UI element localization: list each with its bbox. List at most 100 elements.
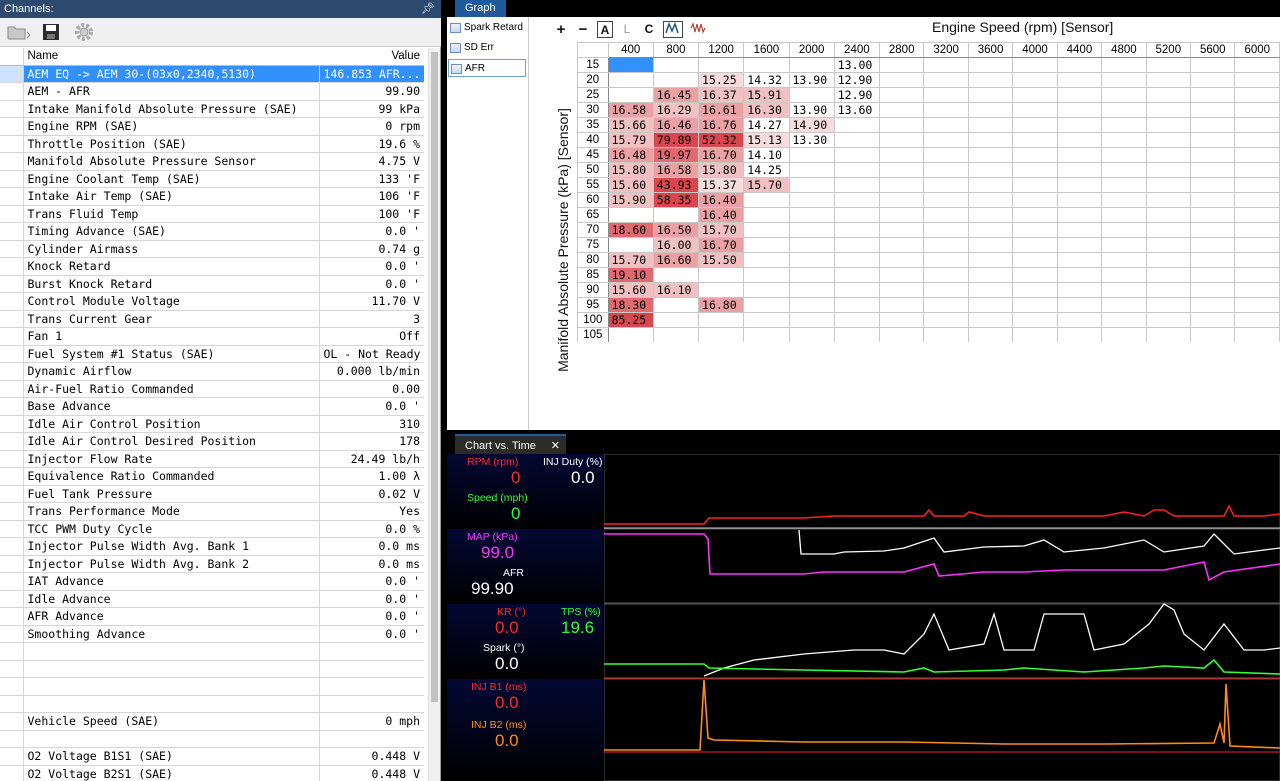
- table-cell[interactable]: [1190, 57, 1236, 73]
- row-indicator[interactable]: [0, 607, 24, 626]
- table-cell[interactable]: 18.30: [607, 297, 654, 313]
- channel-row[interactable]: Vehicle Speed (SAE) 0 mph: [0, 712, 424, 731]
- table-cell[interactable]: [1056, 87, 1103, 103]
- table-cell[interactable]: 85.25: [607, 312, 654, 328]
- channel-row[interactable]: Idle Air Control Desired Position 178: [0, 432, 424, 451]
- table-cell[interactable]: [607, 57, 654, 73]
- table-cell[interactable]: [923, 117, 969, 133]
- table-cell[interactable]: [833, 132, 880, 148]
- table-cell[interactable]: [923, 267, 969, 283]
- table-cell[interactable]: 12.90: [833, 87, 880, 103]
- table-cell[interactable]: [607, 87, 654, 103]
- table-cell[interactable]: [1145, 252, 1192, 268]
- channel-row[interactable]: Fuel Tank Pressure 0.02 V: [0, 485, 424, 503]
- channel-row[interactable]: Trans Fluid Temp 100 'F: [0, 205, 424, 223]
- table-cell[interactable]: [1145, 102, 1192, 118]
- zoom-out-button[interactable]: −: [575, 21, 591, 38]
- table-cell[interactable]: [1056, 162, 1103, 178]
- table-cell[interactable]: [1190, 282, 1236, 298]
- table-cell[interactable]: [833, 117, 880, 133]
- zoom-in-button[interactable]: +: [553, 21, 569, 38]
- table-cell[interactable]: [923, 327, 969, 342]
- row-indicator[interactable]: [0, 747, 24, 766]
- row-indicator[interactable]: [0, 187, 24, 206]
- save-icon[interactable]: [40, 21, 62, 43]
- table-cell[interactable]: [923, 297, 969, 313]
- table-cell[interactable]: [788, 147, 835, 163]
- row-indicator[interactable]: [0, 310, 24, 328]
- table-cell[interactable]: [833, 147, 880, 163]
- table-cell[interactable]: [967, 117, 1014, 133]
- table-cell[interactable]: [788, 207, 835, 223]
- table-cell[interactable]: 15.91: [743, 87, 790, 103]
- table-cell[interactable]: 12.90: [833, 72, 880, 88]
- table-cell[interactable]: [1234, 147, 1280, 163]
- row-indicator[interactable]: [0, 730, 24, 748]
- table-cell[interactable]: [1012, 87, 1058, 103]
- table-cell[interactable]: [1145, 192, 1192, 208]
- table-cell[interactable]: [1056, 327, 1103, 342]
- row-indicator[interactable]: [0, 520, 24, 538]
- value-column-header[interactable]: Value: [319, 48, 424, 66]
- table-cell[interactable]: [1056, 282, 1103, 298]
- channel-row[interactable]: TCC PWM Duty Cycle 0.0 %: [0, 520, 424, 538]
- table-cell[interactable]: [878, 297, 925, 313]
- table-cell[interactable]: [1012, 162, 1058, 178]
- table-cell[interactable]: 14.90: [788, 117, 835, 133]
- row-indicator[interactable]: [0, 292, 24, 311]
- table-cell[interactable]: 14.27: [743, 117, 790, 133]
- table-cell[interactable]: [1012, 72, 1058, 88]
- table-cell[interactable]: 43.93: [652, 177, 700, 193]
- table-cell[interactable]: [743, 57, 790, 73]
- table-cell[interactable]: [1234, 87, 1280, 103]
- channel-row[interactable]: AFR Advance 0.0 ': [0, 607, 424, 626]
- table-cell[interactable]: [967, 177, 1014, 193]
- table-cell[interactable]: [1234, 207, 1280, 223]
- graph-item-afr[interactable]: AFR: [448, 59, 526, 77]
- channel-row[interactable]: Knock Retard 0.0 ': [0, 257, 424, 276]
- row-indicator[interactable]: [0, 345, 24, 363]
- table-cell[interactable]: 15.70: [698, 222, 745, 238]
- table-cell[interactable]: [967, 222, 1014, 238]
- table-cell[interactable]: [833, 252, 880, 268]
- table-cell[interactable]: [1101, 102, 1147, 118]
- table-cell[interactable]: [833, 267, 880, 283]
- table-cell[interactable]: [1056, 312, 1103, 328]
- table-cell[interactable]: 15.80: [607, 162, 654, 178]
- table-cell[interactable]: [1056, 207, 1103, 223]
- table-cell[interactable]: 16.10: [652, 282, 700, 298]
- table-cell[interactable]: [1056, 177, 1103, 193]
- table-cell[interactable]: [1056, 222, 1103, 238]
- channel-row[interactable]: [0, 677, 424, 696]
- table-cell[interactable]: [1145, 147, 1192, 163]
- table-cell[interactable]: [923, 192, 969, 208]
- table-cell[interactable]: [1234, 297, 1280, 313]
- channel-row[interactable]: O2 Voltage B2S1 (SAE) 0.448 V: [0, 765, 424, 781]
- table-cell[interactable]: [967, 57, 1014, 73]
- table-cell[interactable]: [967, 312, 1014, 328]
- table-cell[interactable]: [1101, 192, 1147, 208]
- table-cell[interactable]: [1234, 102, 1280, 118]
- table-cell[interactable]: [1056, 147, 1103, 163]
- channel-row[interactable]: Smoothing Advance 0.0 ': [0, 625, 424, 643]
- row-indicator[interactable]: [0, 502, 24, 521]
- channels-scrollbar[interactable]: [428, 48, 440, 781]
- table-cell[interactable]: 58.35: [652, 192, 700, 208]
- table-cell[interactable]: [1056, 237, 1103, 253]
- table-cell[interactable]: 15.25: [698, 72, 745, 88]
- table-cell[interactable]: 15.60: [607, 282, 654, 298]
- channel-row[interactable]: Injector Flow Rate 24.49 lb/h: [0, 450, 424, 468]
- table-cell[interactable]: [652, 57, 700, 73]
- table-cell[interactable]: [923, 252, 969, 268]
- row-indicator[interactable]: [0, 467, 24, 486]
- table-cell[interactable]: [1012, 222, 1058, 238]
- table-cell[interactable]: [788, 267, 835, 283]
- table-cell[interactable]: [788, 282, 835, 298]
- table-cell[interactable]: [878, 162, 925, 178]
- table-cell[interactable]: [1145, 57, 1192, 73]
- table-cell[interactable]: [1190, 297, 1236, 313]
- table-cell[interactable]: 16.30: [743, 102, 790, 118]
- table-cell[interactable]: [923, 132, 969, 148]
- channel-row[interactable]: [0, 660, 424, 678]
- table-cell[interactable]: [878, 327, 925, 342]
